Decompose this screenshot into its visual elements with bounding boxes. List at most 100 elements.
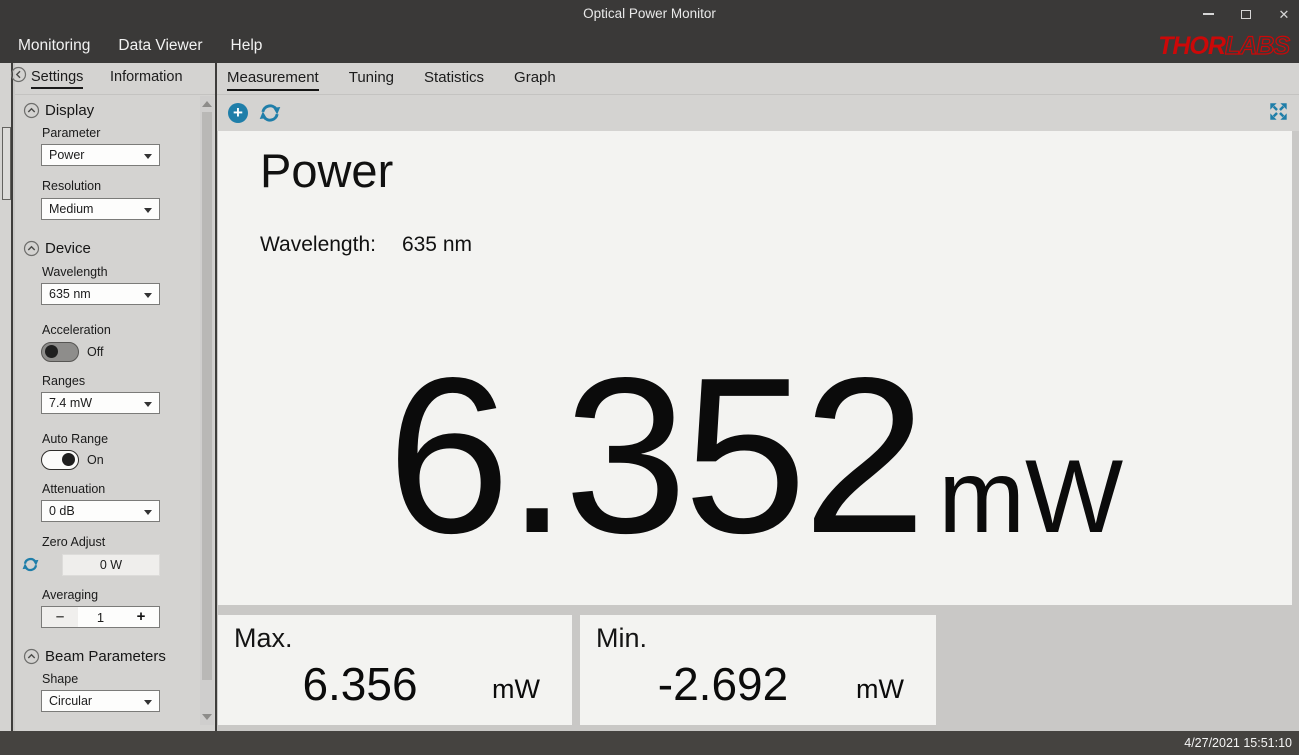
resolution-select[interactable]: Medium [41, 198, 160, 220]
chevron-left-icon [10, 66, 27, 83]
averaging-increase-button[interactable]: + [123, 607, 159, 627]
menu-bar: Monitoring Data Viewer Help THORLABS [0, 28, 1299, 63]
ranges-value: 7.4 mW [49, 396, 92, 410]
wavelength-select[interactable]: 635 nm [41, 283, 160, 305]
refresh-icon [259, 102, 281, 124]
status-bar: 4/27/2021 15:51:10 [0, 731, 1299, 755]
averaging-decrease-button[interactable]: – [42, 607, 78, 627]
close-button[interactable]: ✕ [1277, 7, 1291, 21]
power-reading-panel: Power Wavelength: 635 nm 6.352mW [218, 131, 1292, 605]
max-panel: Max. 6.356 mW [218, 615, 572, 725]
expand-arrows-icon [1268, 101, 1289, 122]
dropdown-caret-icon [144, 208, 152, 213]
zero-adjust-field[interactable]: 0 W [62, 554, 160, 576]
dock-panel-handle[interactable] [2, 127, 11, 200]
zero-adjust-label: Zero Adjust [42, 535, 105, 549]
tab-measurement[interactable]: Measurement [227, 69, 319, 91]
tab-information[interactable]: Information [110, 69, 183, 85]
section-beam-title: Beam Parameters [45, 648, 166, 665]
dropdown-caret-icon [144, 293, 152, 298]
attenuation-label: Attenuation [42, 482, 105, 496]
attenuation-select[interactable]: 0 dB [41, 500, 160, 522]
acceleration-label: Acceleration [42, 323, 111, 337]
thorlabs-logo: THORLABS [1158, 32, 1289, 60]
reset-minmax-button[interactable] [259, 102, 281, 124]
zero-adjust-refresh-button[interactable] [22, 556, 39, 573]
wavelength-value: 635 nm [49, 287, 91, 301]
power-value: 6.352 [387, 332, 923, 580]
chevron-up-circle-icon [23, 240, 40, 257]
chevron-up-circle-icon [23, 102, 40, 119]
min-label: Min. [596, 623, 647, 654]
shape-label: Shape [42, 672, 78, 686]
section-display-title: Display [45, 102, 94, 119]
parameter-title: Power [260, 143, 393, 198]
toggle-knob [45, 345, 58, 358]
sidebar-tab-strip: Settings Information [15, 63, 215, 95]
averaging-label: Averaging [42, 588, 98, 602]
min-unit: mW [856, 674, 904, 705]
parameter-select[interactable]: Power [41, 144, 160, 166]
wavelength-readout-value: 635 nm [402, 233, 472, 256]
tab-statistics[interactable]: Statistics [424, 69, 484, 86]
menu-data-viewer[interactable]: Data Viewer [118, 37, 202, 55]
main-tab-strip: Measurement Tuning Statistics Graph [217, 63, 1299, 95]
minimize-icon [1203, 13, 1214, 15]
maximize-icon [1241, 10, 1251, 19]
min-panel: Min. -2.692 mW [580, 615, 936, 725]
shape-value: Circular [49, 694, 92, 708]
wavelength-label: Wavelength [42, 265, 108, 279]
dropdown-caret-icon [144, 402, 152, 407]
app-window: Optical Power Monitor ✕ Monitoring Data … [0, 0, 1299, 755]
tab-tuning[interactable]: Tuning [349, 69, 394, 86]
window-controls: ✕ [1201, 0, 1291, 28]
auto-range-label: Auto Range [42, 432, 108, 446]
shape-select[interactable]: Circular [41, 690, 160, 712]
max-unit: mW [492, 674, 540, 705]
sidebar-scrollbar[interactable] [200, 96, 214, 725]
parameter-value: Power [49, 148, 84, 162]
add-measurement-button[interactable]: + [227, 102, 249, 124]
menu-help[interactable]: Help [231, 37, 263, 55]
measurement-toolbar: + [217, 95, 1299, 131]
minimize-button[interactable] [1201, 7, 1215, 21]
scroll-up-icon[interactable] [202, 101, 212, 107]
wavelength-readout: Wavelength: 635 nm [260, 233, 472, 257]
tab-settings[interactable]: Settings [31, 69, 83, 89]
section-device-title: Device [45, 240, 91, 257]
auto-range-toggle[interactable] [41, 450, 79, 470]
dock-strip [0, 63, 13, 731]
attenuation-value: 0 dB [49, 504, 75, 518]
settings-sidebar: Settings Information Display Parameter P… [15, 63, 215, 731]
close-icon: ✕ [1279, 8, 1290, 21]
section-device[interactable]: Device [23, 240, 91, 257]
ranges-select[interactable]: 7.4 mW [41, 392, 160, 414]
parameter-label: Parameter [42, 126, 100, 140]
auto-range-state: On [87, 453, 104, 467]
scroll-down-icon[interactable] [202, 714, 212, 720]
averaging-value: 1 [78, 610, 123, 625]
power-value-row: 6.352mW [218, 345, 1292, 567]
plus-circle-icon: + [228, 103, 248, 123]
ranges-label: Ranges [42, 374, 85, 388]
section-display[interactable]: Display [23, 102, 94, 119]
fullscreen-button[interactable] [1268, 101, 1290, 123]
logo-outline-text: LABS [1225, 32, 1289, 60]
resolution-value: Medium [49, 202, 93, 216]
collapse-sidebar-button[interactable] [10, 66, 27, 83]
tab-graph[interactable]: Graph [514, 69, 556, 86]
resolution-label: Resolution [42, 179, 101, 193]
logo-solid-text: THOR [1158, 32, 1225, 60]
acceleration-state: Off [87, 345, 103, 359]
acceleration-toggle[interactable] [41, 342, 79, 362]
max-value: 6.356 [218, 657, 502, 711]
menu-monitoring[interactable]: Monitoring [18, 37, 90, 55]
section-beam-parameters[interactable]: Beam Parameters [23, 648, 166, 665]
chevron-up-circle-icon [23, 648, 40, 665]
power-unit: mW [938, 439, 1123, 555]
wavelength-readout-label: Wavelength: [260, 233, 376, 256]
main-area: Measurement Tuning Statistics Graph + [217, 63, 1299, 731]
scrollbar-thumb[interactable] [202, 112, 212, 680]
maximize-button[interactable] [1239, 7, 1253, 21]
refresh-icon [22, 556, 39, 573]
